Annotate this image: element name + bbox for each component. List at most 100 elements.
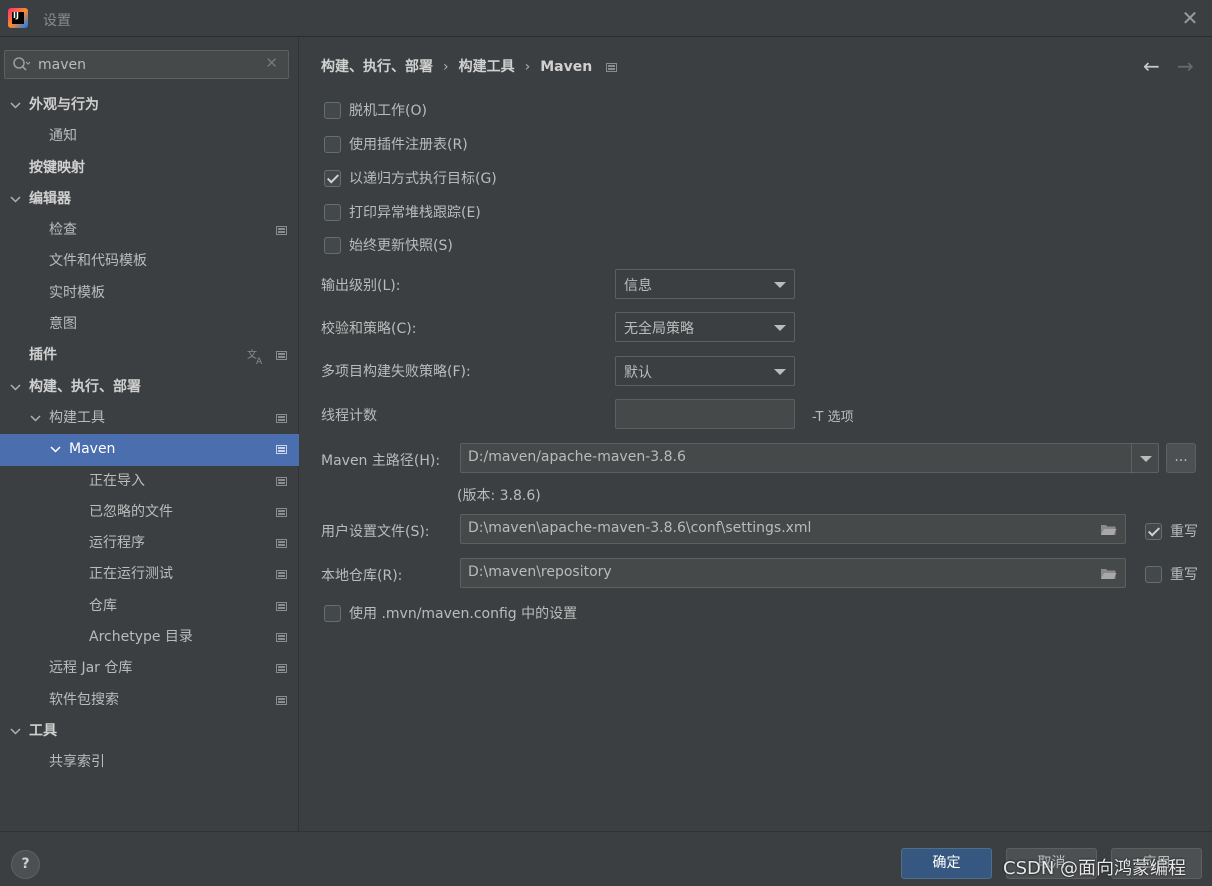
chevron-right-icon: ›: [524, 59, 531, 75]
update-snapshots-checkbox-row[interactable]: 始终更新快照(S): [324, 235, 453, 255]
breadcrumb-item[interactable]: 构建、执行、部署: [321, 56, 433, 76]
sidebar-item[interactable]: 已忽略的文件: [0, 497, 299, 528]
recursive-checkbox-row[interactable]: 以递归方式执行目标(G): [324, 168, 497, 188]
sidebar-item-label: 软件包搜索: [49, 691, 119, 708]
sidebar-item-label: 编辑器: [29, 190, 71, 207]
settings-sidebar: ✕ 外观与行为通知按键映射编辑器检查文件和代码模板实时模板意图插件 文A 构建、执行…: [0, 38, 299, 831]
sidebar-item[interactable]: 外观与行为: [0, 90, 299, 121]
browse-button[interactable]: ...: [1166, 443, 1196, 473]
chevron-down-icon[interactable]: [30, 403, 44, 434]
sidebar-item-label: 通知: [49, 128, 77, 145]
plugin-registry-checkbox-row[interactable]: 使用插件注册表(R): [324, 134, 468, 154]
settings-content: 构建、执行、部署 › 构建工具 › Maven ← → 脱机工作(O) 使用插件注册表(…: [300, 38, 1212, 831]
maven-home-combo[interactable]: D:/maven/apache-maven-3.8.6: [460, 443, 1159, 474]
search-box[interactable]: ✕: [4, 50, 289, 79]
sidebar-item[interactable]: 正在导入: [0, 466, 299, 497]
sidebar-item[interactable]: Archetype 目录: [0, 622, 299, 653]
sidebar-item[interactable]: 远程 Jar 仓库: [0, 653, 299, 684]
sidebar-item-label: 仓库: [89, 597, 117, 614]
csdn-watermark: CSDN @面向鸿蒙编程: [1003, 858, 1187, 879]
help-button[interactable]: ?: [11, 850, 40, 879]
print-stack-checkbox-row[interactable]: 打印异常堆栈跟踪(E): [324, 202, 481, 222]
chevron-down-icon[interactable]: [10, 184, 24, 215]
dropdown-arrow-icon: [774, 325, 786, 331]
user-settings-value: D:\maven\apache-maven-3.8.6\conf\setting…: [468, 520, 812, 536]
back-arrow-icon[interactable]: ←: [1143, 54, 1160, 78]
sidebar-item[interactable]: 按键映射: [0, 153, 299, 184]
output-level-value: 信息: [624, 278, 652, 294]
settings-tree: 外观与行为通知按键映射编辑器检查 文件和代码模板 实时模板 意图 插件 文 A 构建、执行、部…: [0, 90, 299, 779]
fail-policy-label: 多项目构建失败策略(F):: [321, 364, 471, 380]
chevron-down-icon[interactable]: [10, 372, 24, 403]
threads-input[interactable]: [615, 399, 795, 429]
project-scope-icon: [276, 664, 287, 674]
sidebar-item[interactable]: 运行程序: [0, 528, 299, 559]
chevron-down-icon[interactable]: [50, 434, 64, 465]
sidebar-item[interactable]: Maven: [0, 434, 299, 466]
recursive-checkbox[interactable]: [324, 169, 341, 187]
threads-suffix: -T 选项: [812, 410, 854, 425]
clear-search-icon[interactable]: ✕: [265, 54, 278, 72]
plugin-registry-checkbox[interactable]: [324, 135, 341, 153]
sidebar-item[interactable]: 编辑器: [0, 184, 299, 215]
sidebar-item[interactable]: 通知: [0, 121, 299, 152]
print-stack-checkbox[interactable]: [324, 203, 341, 221]
folder-icon[interactable]: [1100, 567, 1117, 580]
sidebar-item[interactable]: 软件包搜索: [0, 685, 299, 716]
forward-arrow-icon[interactable]: →: [1177, 54, 1194, 78]
dropdown-arrow-icon: [774, 369, 786, 375]
sidebar-item[interactable]: 检查: [0, 215, 299, 246]
sidebar-item[interactable]: 插件 文 A: [0, 340, 299, 371]
folder-icon[interactable]: [1100, 523, 1117, 536]
project-scope-icon: [276, 601, 287, 611]
local-repo-override-label: 重写: [1170, 567, 1198, 583]
intellij-logo-icon: IJ: [8, 8, 28, 28]
update-snapshots-checkbox[interactable]: [324, 236, 341, 254]
output-level-label: 输出级别(L):: [321, 278, 401, 294]
sidebar-item[interactable]: 文件和代码模板: [0, 246, 299, 277]
sidebar-item[interactable]: 共享索引: [0, 747, 299, 778]
title-bar: IJ 设置 ✕: [0, 0, 1212, 37]
breadcrumb-item[interactable]: 构建工具: [459, 56, 515, 76]
fail-policy-select[interactable]: 默认: [615, 356, 795, 386]
sidebar-item[interactable]: 仓库: [0, 591, 299, 622]
chevron-down-icon[interactable]: [10, 90, 24, 121]
maven-home-dropdown-button[interactable]: [1131, 444, 1159, 474]
mvn-config-checkbox[interactable]: [324, 604, 341, 622]
chevron-down-icon[interactable]: [10, 716, 24, 747]
user-settings-input[interactable]: D:\maven\apache-maven-3.8.6\conf\setting…: [460, 514, 1126, 544]
checksum-value: 无全局策略: [624, 321, 694, 337]
sidebar-item-label: 工具: [29, 722, 57, 739]
local-repo-input[interactable]: D:\maven\repository: [460, 558, 1126, 588]
user-settings-override-label: 重写: [1170, 524, 1198, 540]
threads-label: 线程计数: [321, 408, 377, 424]
recursive-label: 以递归方式执行目标(G): [349, 171, 497, 187]
offline-label: 脱机工作(O): [349, 103, 427, 119]
sidebar-item[interactable]: 构建、执行、部署: [0, 372, 299, 403]
local-repo-override-checkbox[interactable]: [1145, 565, 1162, 583]
project-scope-icon: [276, 633, 287, 643]
offline-checkbox[interactable]: [324, 101, 341, 119]
sidebar-item[interactable]: 正在运行测试: [0, 559, 299, 590]
user-settings-override-checkbox[interactable]: [1145, 522, 1162, 540]
sidebar-item[interactable]: 意图: [0, 309, 299, 340]
mvn-config-checkbox-row[interactable]: 使用 .mvn/maven.config 中的设置: [324, 603, 577, 623]
print-stack-label: 打印异常堆栈跟踪(E): [349, 205, 481, 221]
ok-button[interactable]: 确定: [901, 848, 992, 879]
close-icon[interactable]: ✕: [1180, 8, 1200, 28]
sidebar-item[interactable]: 构建工具: [0, 403, 299, 434]
local-repo-override-row[interactable]: 重写: [1145, 564, 1198, 584]
sidebar-item-label: 已忽略的文件: [89, 503, 173, 520]
maven-home-label: Maven 主路径(H):: [321, 453, 441, 469]
offline-checkbox-row[interactable]: 脱机工作(O): [324, 100, 427, 120]
sidebar-item-label: 远程 Jar 仓库: [49, 660, 133, 677]
sidebar-item-label: Maven: [69, 441, 116, 458]
output-level-select[interactable]: 信息: [615, 269, 795, 299]
sidebar-item-label: 正在运行测试: [89, 566, 173, 583]
user-settings-override-row[interactable]: 重写: [1145, 521, 1198, 541]
translate-icon: 文A: [247, 347, 265, 367]
checksum-select[interactable]: 无全局策略: [615, 312, 795, 342]
sidebar-item[interactable]: 工具: [0, 716, 299, 747]
search-input[interactable]: [38, 55, 258, 75]
sidebar-item[interactable]: 实时模板: [0, 278, 299, 309]
